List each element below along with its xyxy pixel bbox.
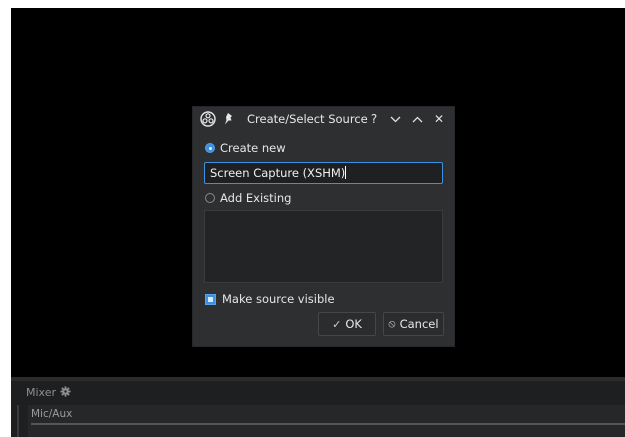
make-visible-option[interactable]: Make source visible: [205, 292, 335, 306]
cancel-label: Cancel: [399, 317, 439, 331]
volume-meter[interactable]: [31, 423, 625, 425]
add-existing-option[interactable]: Add Existing: [205, 191, 291, 205]
channel-label: Mic/Aux: [31, 408, 73, 420]
make-visible-label: Make source visible: [222, 292, 335, 306]
mixer-header: Mixer: [11, 381, 625, 403]
create-new-radio[interactable]: [205, 143, 215, 153]
chevron-down-icon[interactable]: [386, 109, 404, 129]
text-cursor: [345, 166, 347, 179]
check-icon: ✓: [332, 317, 342, 331]
close-icon[interactable]: ✕: [430, 109, 448, 129]
dialog-titlebar: Create/Select Source ? ✕: [193, 107, 454, 131]
mixer-channel: Mic/Aux: [28, 405, 625, 437]
source-name-value: Screen Capture (XSHM): [210, 166, 346, 180]
create-new-label: Create new: [220, 141, 286, 155]
pin-icon[interactable]: [223, 112, 235, 126]
ok-button[interactable]: ✓ OK: [318, 312, 376, 336]
obs-logo-icon: [200, 111, 216, 127]
ok-label: OK: [345, 317, 362, 331]
create-select-source-dialog: Create/Select Source ? ✕ Create new Scre…: [192, 106, 455, 347]
cancel-icon: ⦸: [388, 317, 396, 330]
chevron-up-icon[interactable]: [408, 109, 426, 129]
add-existing-radio[interactable]: [205, 193, 215, 203]
mixer-scroll-edge: [17, 405, 19, 437]
create-new-option[interactable]: Create new: [205, 141, 286, 155]
make-visible-checkbox[interactable]: [205, 293, 216, 305]
help-icon[interactable]: ?: [365, 109, 383, 129]
mixer-title: Mixer: [26, 386, 57, 399]
dialog-title: Create/Select Source: [247, 112, 368, 126]
existing-sources-list[interactable]: [204, 210, 443, 283]
cancel-button[interactable]: ⦸ Cancel: [383, 312, 444, 336]
source-name-input[interactable]: Screen Capture (XSHM): [204, 162, 443, 184]
add-existing-label: Add Existing: [220, 191, 292, 205]
gear-icon[interactable]: [60, 386, 71, 397]
mixer-panel: Mic/Aux: [11, 403, 625, 437]
